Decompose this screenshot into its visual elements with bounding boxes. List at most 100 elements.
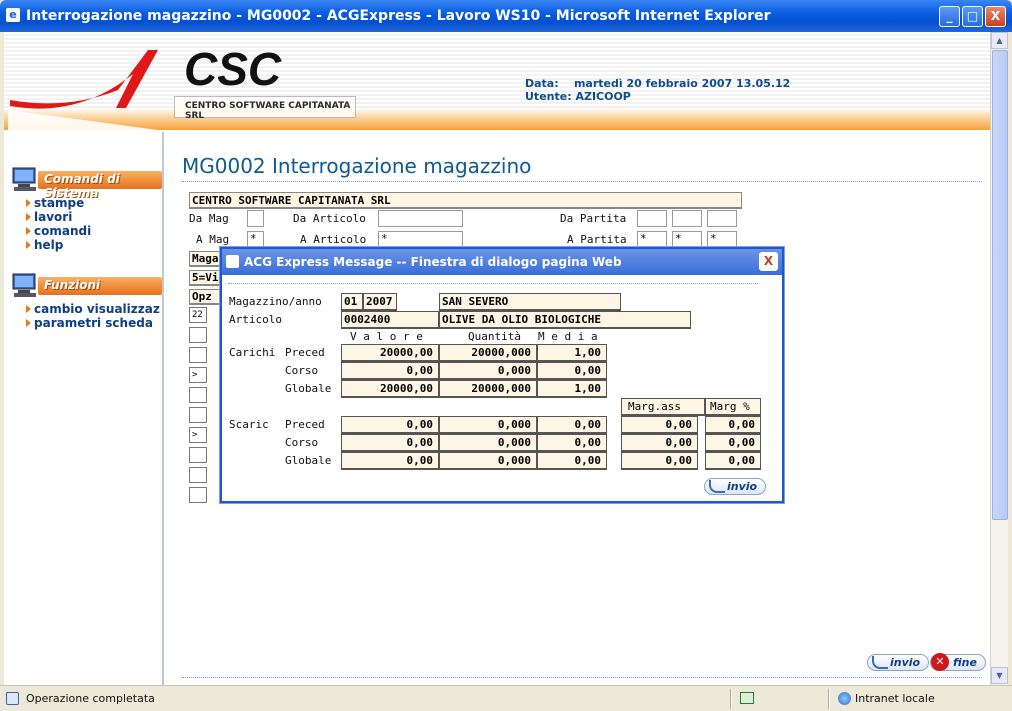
vertical-scrollbar[interactable]: ▲ ▼ bbox=[990, 32, 1008, 685]
da-mag-input[interactable] bbox=[247, 210, 264, 227]
bottom-divider bbox=[182, 677, 982, 678]
opz-input-2[interactable] bbox=[189, 327, 207, 343]
carichi-preced-quantita: 20000,000 bbox=[439, 344, 537, 362]
magazzino-name: SAN SEVERO bbox=[439, 293, 621, 311]
scroll-down-button[interactable]: ▼ bbox=[991, 667, 1008, 684]
title-divider bbox=[182, 181, 982, 182]
date-value: martedì 20 febbraio 2007 13.05.12 bbox=[573, 77, 791, 90]
a-partita-input-3[interactable]: * bbox=[707, 231, 737, 248]
session-info: Data: martedì 20 febbraio 2007 13.05.12 … bbox=[525, 77, 790, 103]
system-commands-header: Comandi di Sistema bbox=[10, 166, 162, 200]
zone-text: Intranet locale bbox=[855, 692, 935, 705]
dialog-title: ACG Express Message -- Finestra di dialo… bbox=[244, 255, 622, 269]
da-partita-input-2[interactable] bbox=[672, 210, 702, 227]
scarichi-globale-marg-ass: 0,00 bbox=[621, 452, 698, 470]
scarichi-corso-marg-ass: 0,00 bbox=[621, 434, 698, 452]
functions-title: Funzioni bbox=[38, 277, 162, 295]
scroll-up-button[interactable]: ▲ bbox=[991, 32, 1008, 49]
scarichi-preced-marg-ass: 0,00 bbox=[621, 416, 698, 434]
da-partita-input-3[interactable] bbox=[707, 210, 737, 227]
col-valore-header: V a l o r e bbox=[350, 330, 423, 343]
user-value: AZICOOP bbox=[575, 90, 631, 103]
col-media-header: M e d i a bbox=[538, 330, 598, 343]
a-partita-input-1[interactable]: * bbox=[637, 231, 667, 248]
functions-header: Funzioni bbox=[10, 272, 162, 298]
scroll-thumb[interactable] bbox=[992, 50, 1008, 520]
opz-input-5[interactable] bbox=[189, 387, 207, 403]
carichi-globale-quantita: 20000,000 bbox=[439, 380, 537, 398]
opz-input-3[interactable] bbox=[189, 347, 207, 363]
a-mag-label: A Mag bbox=[196, 233, 230, 246]
window-title: Interrogazione magazzino - MG0002 - ACGE… bbox=[26, 8, 771, 24]
opz-input-6[interactable] bbox=[189, 407, 207, 423]
carichi-corso-media: 0,00 bbox=[537, 362, 607, 380]
opz-input-10[interactable] bbox=[189, 487, 207, 503]
ie-icon: e bbox=[6, 8, 20, 22]
a-mag-input[interactable]: * bbox=[247, 231, 264, 248]
row-label-globale: Globale bbox=[285, 382, 332, 395]
nav-item-cambio-visualizzaz[interactable]: cambio visualizzaz bbox=[26, 302, 160, 316]
opz-input-7[interactable]: > bbox=[189, 427, 207, 443]
a-partita-label: A Partita bbox=[567, 233, 627, 246]
window-title-bar[interactable]: e Interrogazione magazzino - MG0002 - AC… bbox=[0, 0, 1012, 32]
opz-input-1[interactable]: 22 bbox=[189, 307, 207, 323]
nav-item-parametri-scheda[interactable]: parametri scheda bbox=[26, 316, 153, 330]
scarichi-corso-quantita: 0,000 bbox=[439, 434, 537, 452]
row-label-corso: Corso bbox=[285, 364, 319, 377]
a-articolo-label: A Articolo bbox=[300, 233, 367, 246]
minimize-button[interactable]: _ bbox=[939, 6, 960, 27]
articolo-label: Articolo bbox=[229, 313, 282, 326]
col-marg-pct-header: Marg % bbox=[705, 398, 761, 416]
invio-button[interactable]: invio bbox=[867, 654, 930, 671]
scarichi-corso-valore: 0,00 bbox=[341, 434, 439, 452]
col-marg-ass-header: Marg.ass bbox=[621, 398, 705, 416]
nav-item-lavori[interactable]: lavori bbox=[26, 210, 72, 224]
company-name: CENTRO SOFTWARE CAPITANATA SRL bbox=[189, 192, 742, 209]
scarichi-label: Scaric bbox=[229, 418, 269, 431]
opz-input-9[interactable] bbox=[189, 467, 207, 483]
da-partita-input-1[interactable] bbox=[637, 210, 667, 227]
a-partita-input-2[interactable]: * bbox=[672, 231, 702, 248]
status-separator bbox=[828, 689, 830, 709]
nav-item-stampe[interactable]: stampe bbox=[26, 196, 84, 210]
message-dialog: ACG Express Message -- Finestra di dialo… bbox=[220, 247, 784, 503]
scarichi-corso-media: 0,00 bbox=[537, 434, 607, 452]
dialog-title-bar[interactable]: ACG Express Message -- Finestra di dialo… bbox=[222, 249, 782, 275]
da-partita-label: Da Partita bbox=[560, 212, 627, 225]
fine-button[interactable]: ✕ fine bbox=[930, 653, 986, 671]
scarichi-preced-quantita: 0,000 bbox=[439, 416, 537, 434]
logo-subtitle: CENTRO SOFTWARE CAPITANATA SRL bbox=[174, 96, 356, 121]
system-commands-title: Comandi di Sistema bbox=[38, 171, 162, 200]
row-label-globale: Globale bbox=[285, 454, 332, 467]
carichi-globale-media: 1,00 bbox=[537, 380, 607, 398]
a-articolo-input[interactable]: * bbox=[378, 231, 463, 248]
security-icon bbox=[740, 692, 754, 704]
carichi-corso-quantita: 0,000 bbox=[439, 362, 537, 380]
enter-arrow-icon bbox=[872, 656, 888, 669]
da-articolo-input[interactable] bbox=[378, 210, 463, 227]
scarichi-preced-media: 0,00 bbox=[537, 416, 607, 434]
nav-item-comandi[interactable]: comandi bbox=[26, 224, 91, 238]
opz-input-4[interactable]: > bbox=[189, 367, 207, 383]
col-quantita-header: Quantità bbox=[468, 330, 521, 343]
scarichi-globale-quantita: 0,000 bbox=[439, 452, 537, 470]
status-separator bbox=[730, 689, 732, 709]
page-header: CSC CENTRO SOFTWARE CAPITANATA SRL Data:… bbox=[4, 32, 990, 132]
scarichi-preced-valore: 0,00 bbox=[341, 416, 439, 434]
scarichi-corso-marg-pct: 0,00 bbox=[705, 434, 761, 452]
maximize-button[interactable]: □ bbox=[962, 6, 983, 27]
nav-item-help[interactable]: help bbox=[26, 238, 63, 252]
csc-logo-swoosh-icon bbox=[8, 50, 158, 130]
row-label-corso: Corso bbox=[285, 436, 319, 449]
left-navigation: Comandi di Sistema stampe lavori comandi… bbox=[4, 132, 164, 685]
opz-input-8[interactable] bbox=[189, 447, 207, 463]
close-button[interactable]: X bbox=[985, 6, 1006, 27]
articolo-code: 0002400 bbox=[341, 311, 439, 329]
dialog-invio-button[interactable]: invio bbox=[704, 478, 767, 495]
dialog-close-button[interactable]: X bbox=[759, 252, 778, 271]
magazzino-label: Magazzino/anno bbox=[229, 295, 322, 308]
scarichi-globale-marg-pct: 0,00 bbox=[705, 452, 761, 470]
date-label: Data: bbox=[525, 77, 559, 90]
cancel-icon: ✕ bbox=[931, 653, 949, 671]
status-bar: Operazione completata Intranet locale bbox=[0, 685, 1012, 711]
